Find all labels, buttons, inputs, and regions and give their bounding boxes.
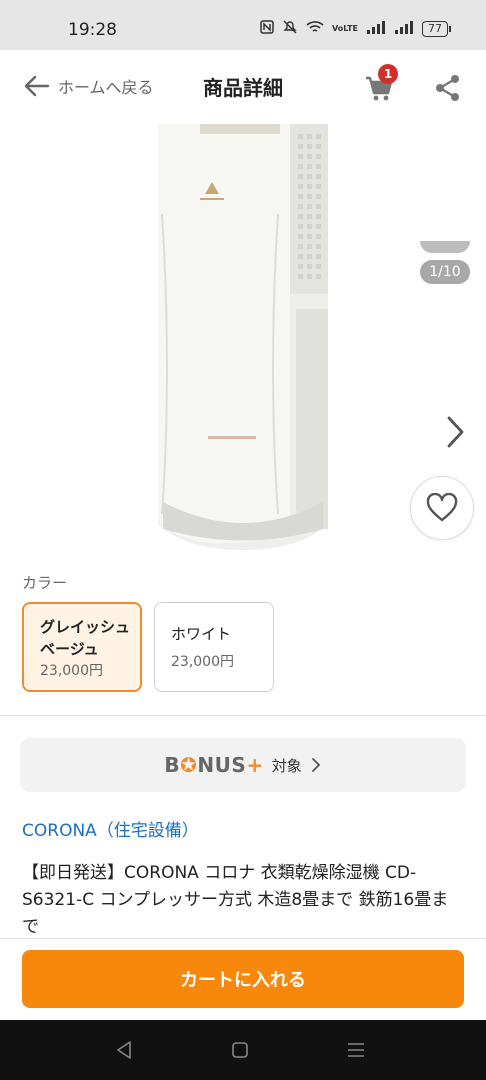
- signal-icon-2: [394, 20, 414, 38]
- favorite-button[interactable]: [410, 476, 474, 540]
- home-square-icon[interactable]: [228, 1038, 252, 1062]
- system-nav-bar: [0, 1020, 486, 1080]
- color-option-price: 23,000円: [171, 654, 234, 670]
- cart-count-badge: 1: [378, 64, 398, 84]
- menu-lines-icon[interactable]: [344, 1038, 368, 1062]
- chevron-right-icon[interactable]: [440, 412, 470, 452]
- bonus-plus-banner[interactable]: B✪NUS+ 対象: [20, 738, 466, 792]
- product-image-gallery[interactable]: 1/10: [0, 124, 486, 554]
- share-icon[interactable]: [434, 74, 462, 102]
- product-image: [158, 124, 328, 550]
- signal-icon: [366, 20, 386, 38]
- volte-label: VoLTE: [332, 24, 358, 33]
- app-header: ホームへ戻る 商品詳細 1: [0, 50, 486, 125]
- color-option-price: 23,000円: [40, 663, 103, 679]
- nfc-icon: [260, 20, 274, 38]
- status-bar: 19:28 VoLTE 77: [0, 0, 486, 50]
- bonus-plus-logo: B✪NUS+: [164, 753, 264, 777]
- battery-icon: 77: [422, 21, 451, 37]
- mute-icon: [282, 20, 298, 38]
- brand-link[interactable]: CORONA（住宅設備）: [22, 816, 199, 841]
- image-counter: 1/10: [420, 260, 470, 284]
- color-option-white[interactable]: ホワイト 23,000円: [154, 602, 274, 692]
- add-to-cart-button[interactable]: カートに入れる: [22, 950, 464, 1008]
- color-option-name: ホワイト: [171, 625, 232, 643]
- back-triangle-icon[interactable]: [112, 1038, 136, 1062]
- page-title: 商品詳細: [203, 76, 283, 100]
- color-option-greyish-beige[interactable]: グレイッシュベージュ 23,000円: [22, 602, 142, 692]
- chevron-right-icon: [311, 758, 320, 772]
- counter-overlay-top: [420, 241, 470, 253]
- color-option-name: グレイッシュベージュ: [40, 618, 131, 658]
- bonus-label: 対象: [271, 756, 302, 775]
- status-time: 19:28: [68, 20, 117, 40]
- section-divider: [0, 715, 486, 716]
- wifi-icon: [306, 20, 324, 38]
- status-icons: VoLTE 77: [260, 20, 451, 38]
- product-title: 【即日発送】CORONA コロナ 衣類乾燥除湿機 CD-S6321-C コンプレ…: [22, 863, 449, 937]
- bottom-action-bar: カートに入れる: [0, 938, 486, 1021]
- star-icon: ✪: [180, 753, 198, 777]
- color-label: カラー: [22, 574, 68, 592]
- heart-icon: [426, 493, 458, 522]
